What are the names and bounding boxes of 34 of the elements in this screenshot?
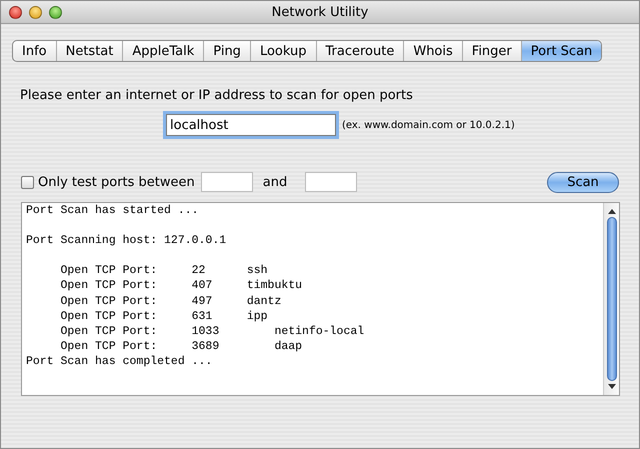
tab[interactable]: Ping [204, 41, 251, 61]
output-line: Open TCP Port: 3689 daap [60, 338, 302, 354]
start-port-field[interactable] [200, 172, 253, 192]
close-button[interactable] [9, 6, 22, 18]
tab[interactable]: Whois [404, 41, 463, 61]
end-port-field[interactable] [305, 172, 358, 192]
prompt-text: Please enter an internet or IP address to scan for open ports [20, 88, 414, 103]
zoom-button[interactable] [49, 6, 62, 18]
tab[interactable]: Info [13, 41, 57, 61]
window-title: Network Utility [272, 4, 368, 20]
output-line: Port Scanning host: 127.0.0.1 [26, 233, 226, 248]
tab[interactable]: Traceroute [316, 41, 404, 61]
minimize-button[interactable] [29, 6, 42, 18]
output-line: Open TCP Port: 407 timbuktu [60, 278, 302, 294]
address-field[interactable]: localhost [166, 114, 336, 136]
checkbox[interactable] [21, 176, 34, 188]
output-line: Open TCP Port: 1033 netinfo-local [60, 324, 364, 339]
example-hint: (ex. www.domain.com or 10.0.2.1) [342, 120, 515, 130]
output-line: Open TCP Port: 22 ssh [60, 263, 268, 278]
output-line: Port Scan has started ... [26, 203, 199, 218]
scan-button[interactable]: Scan [547, 172, 619, 192]
tab[interactable]: AppleTalk [123, 41, 204, 61]
output-line: Port Scan has completed ... [26, 354, 212, 370]
and-label: and [262, 174, 288, 190]
output-line: Open TCP Port: 631 ipp [60, 308, 268, 324]
output-line: Open TCP Port: 497 dantz [60, 294, 282, 309]
tab[interactable]: Port Scan [522, 41, 602, 61]
scroll-down-icon[interactable] [606, 383, 616, 391]
scroll-up-icon[interactable] [606, 207, 616, 215]
scroll-thumb[interactable] [606, 217, 616, 381]
tab[interactable]: Lookup [250, 41, 316, 61]
checkbox-label: Only test ports between [38, 174, 195, 190]
tab[interactable]: Netstat [56, 41, 124, 61]
scroll-bar[interactable] [603, 203, 619, 395]
